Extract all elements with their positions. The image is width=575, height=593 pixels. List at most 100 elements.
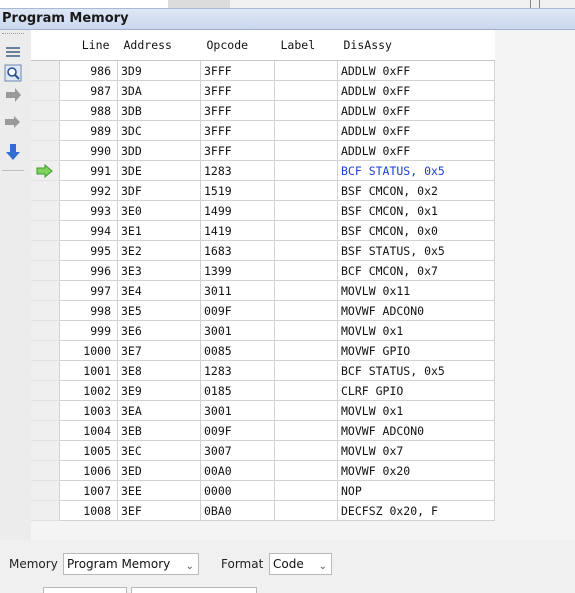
row-label: [274, 200, 338, 221]
row-address: 3DF: [117, 180, 201, 201]
row-opcode: 1419: [200, 220, 275, 241]
row-marker[interactable]: [31, 140, 60, 161]
table-row[interactable]: 1006 3ED 00A0 MOVWF 0x20: [31, 460, 495, 481]
step-over-icon[interactable]: [2, 114, 24, 134]
row-marker[interactable]: [31, 280, 60, 301]
row-marker[interactable]: [31, 380, 60, 401]
table-row[interactable]: 988 3DB 3FFF ADDLW 0xFF: [31, 100, 495, 121]
row-address: 3E3: [117, 260, 201, 281]
format-label: Format: [221, 557, 264, 571]
row-marker[interactable]: [31, 60, 60, 81]
table-row[interactable]: 992 3DF 1519 BSF CMCON, 0x2: [31, 180, 495, 201]
row-address: 3E7: [117, 340, 201, 361]
table-row[interactable]: 1004 3EB 009F MOVWF ADCON0: [31, 420, 495, 441]
table-row[interactable]: 1002 3E9 0185 CLRF GPIO: [31, 380, 495, 401]
row-marker[interactable]: [31, 300, 60, 321]
row-label: [274, 120, 338, 141]
table-row[interactable]: 1001 3E8 1283 BCF STATUS, 0x5: [31, 360, 495, 381]
table-row[interactable]: 986 3D9 3FFF ADDLW 0xFF: [31, 60, 495, 81]
row-disassy: BSF CMCON, 0x0: [337, 220, 495, 241]
row-disassy: ADDLW 0xFF: [337, 140, 495, 161]
table-row[interactable]: 1000 3E7 0085 MOVWF GPIO: [31, 340, 495, 361]
row-marker[interactable]: [31, 400, 60, 421]
row-marker[interactable]: [31, 360, 60, 381]
step-into-icon[interactable]: [2, 86, 24, 106]
table-row[interactable]: 996 3E3 1399 BCF CMCON, 0x7: [31, 260, 495, 281]
row-marker[interactable]: [31, 80, 60, 101]
top-tab-2[interactable]: [168, 0, 230, 8]
row-line: 1002: [59, 380, 118, 401]
row-label: [274, 460, 338, 481]
row-label: [274, 300, 338, 321]
row-marker[interactable]: [31, 120, 60, 141]
row-marker[interactable]: [31, 340, 60, 361]
row-marker[interactable]: [31, 240, 60, 261]
row-marker[interactable]: [31, 500, 60, 521]
table-row[interactable]: 1003 3EA 3001 MOVLW 0x1: [31, 400, 495, 421]
table-row[interactable]: 995 3E2 1683 BSF STATUS, 0x5: [31, 240, 495, 261]
row-marker[interactable]: [31, 480, 60, 501]
column-header-disassy[interactable]: DisAssy: [337, 30, 495, 61]
table-row[interactable]: 987 3DA 3FFF ADDLW 0xFF: [31, 80, 495, 101]
row-marker[interactable]: [31, 220, 60, 241]
table-row[interactable]: 991 3DE 1283 BCF STATUS, 0x5: [31, 160, 495, 181]
row-opcode: 3001: [200, 320, 275, 341]
row-address: 3DC: [117, 120, 201, 141]
row-line: 999: [59, 320, 118, 341]
find-icon[interactable]: [2, 63, 24, 83]
row-marker[interactable]: [31, 160, 60, 181]
row-disassy: NOP: [337, 480, 495, 501]
row-address: 3E5: [117, 300, 201, 321]
side-toolbar: [0, 30, 31, 540]
toolbar-grip[interactable]: [2, 33, 24, 38]
row-label: [274, 340, 338, 361]
header-row: Line Address Opcode Label DisAssy: [31, 30, 495, 61]
table-row[interactable]: 1008 3EF 0BA0 DECFSZ 0x20, F: [31, 500, 495, 521]
column-header-address[interactable]: Address: [117, 30, 201, 61]
row-marker[interactable]: [31, 420, 60, 441]
table-row[interactable]: 1007 3EE 0000 NOP: [31, 480, 495, 501]
row-opcode: 1519: [200, 180, 275, 201]
row-label: [274, 500, 338, 521]
row-marker[interactable]: [31, 440, 60, 461]
row-opcode: 00A0: [200, 460, 275, 481]
column-header-label[interactable]: Label: [274, 30, 338, 61]
column-header-opcode[interactable]: Opcode: [200, 30, 275, 61]
row-marker[interactable]: [31, 180, 60, 201]
bottom-button-stub[interactable]: [131, 587, 257, 593]
row-address: 3E4: [117, 280, 201, 301]
table-row[interactable]: 997 3E4 3011 MOVLW 0x11: [31, 280, 495, 301]
row-line: 1000: [59, 340, 118, 361]
top-tab[interactable]: [0, 0, 169, 8]
row-label: [274, 240, 338, 261]
table-row[interactable]: 994 3E1 1419 BSF CMCON, 0x0: [31, 220, 495, 241]
row-label: [274, 480, 338, 501]
row-disassy: BSF CMCON, 0x1: [337, 200, 495, 221]
row-opcode: 1399: [200, 260, 275, 281]
row-marker[interactable]: [31, 320, 60, 341]
row-marker[interactable]: [31, 200, 60, 221]
row-label: [274, 440, 338, 461]
table-row[interactable]: 998 3E5 009F MOVWF ADCON0: [31, 300, 495, 321]
row-marker[interactable]: [31, 260, 60, 281]
menu-icon[interactable]: [2, 42, 24, 62]
table-row[interactable]: 990 3DD 3FFF ADDLW 0xFF: [31, 140, 495, 161]
table-row[interactable]: 999 3E6 3001 MOVLW 0x1: [31, 320, 495, 341]
row-line: 991: [59, 160, 118, 181]
row-address: 3EE: [117, 480, 201, 501]
row-marker[interactable]: [31, 100, 60, 121]
row-label: [274, 140, 338, 161]
table-row[interactable]: 993 3E0 1499 BSF CMCON, 0x1: [31, 200, 495, 221]
row-line: 1006: [59, 460, 118, 481]
format-select[interactable]: Code ⌄: [269, 553, 332, 575]
memory-label: Memory: [9, 557, 58, 571]
row-address: 3DA: [117, 80, 201, 101]
table-row[interactable]: 1005 3EC 3007 MOVLW 0x7: [31, 440, 495, 461]
row-marker[interactable]: [31, 460, 60, 481]
memory-select[interactable]: Program Memory ⌄: [63, 553, 199, 575]
run-to-icon[interactable]: [2, 142, 24, 162]
column-header-line[interactable]: Line: [59, 30, 118, 61]
row-opcode: 1683: [200, 240, 275, 261]
table-row[interactable]: 989 3DC 3FFF ADDLW 0xFF: [31, 120, 495, 141]
bottom-button-stub[interactable]: [43, 587, 127, 593]
